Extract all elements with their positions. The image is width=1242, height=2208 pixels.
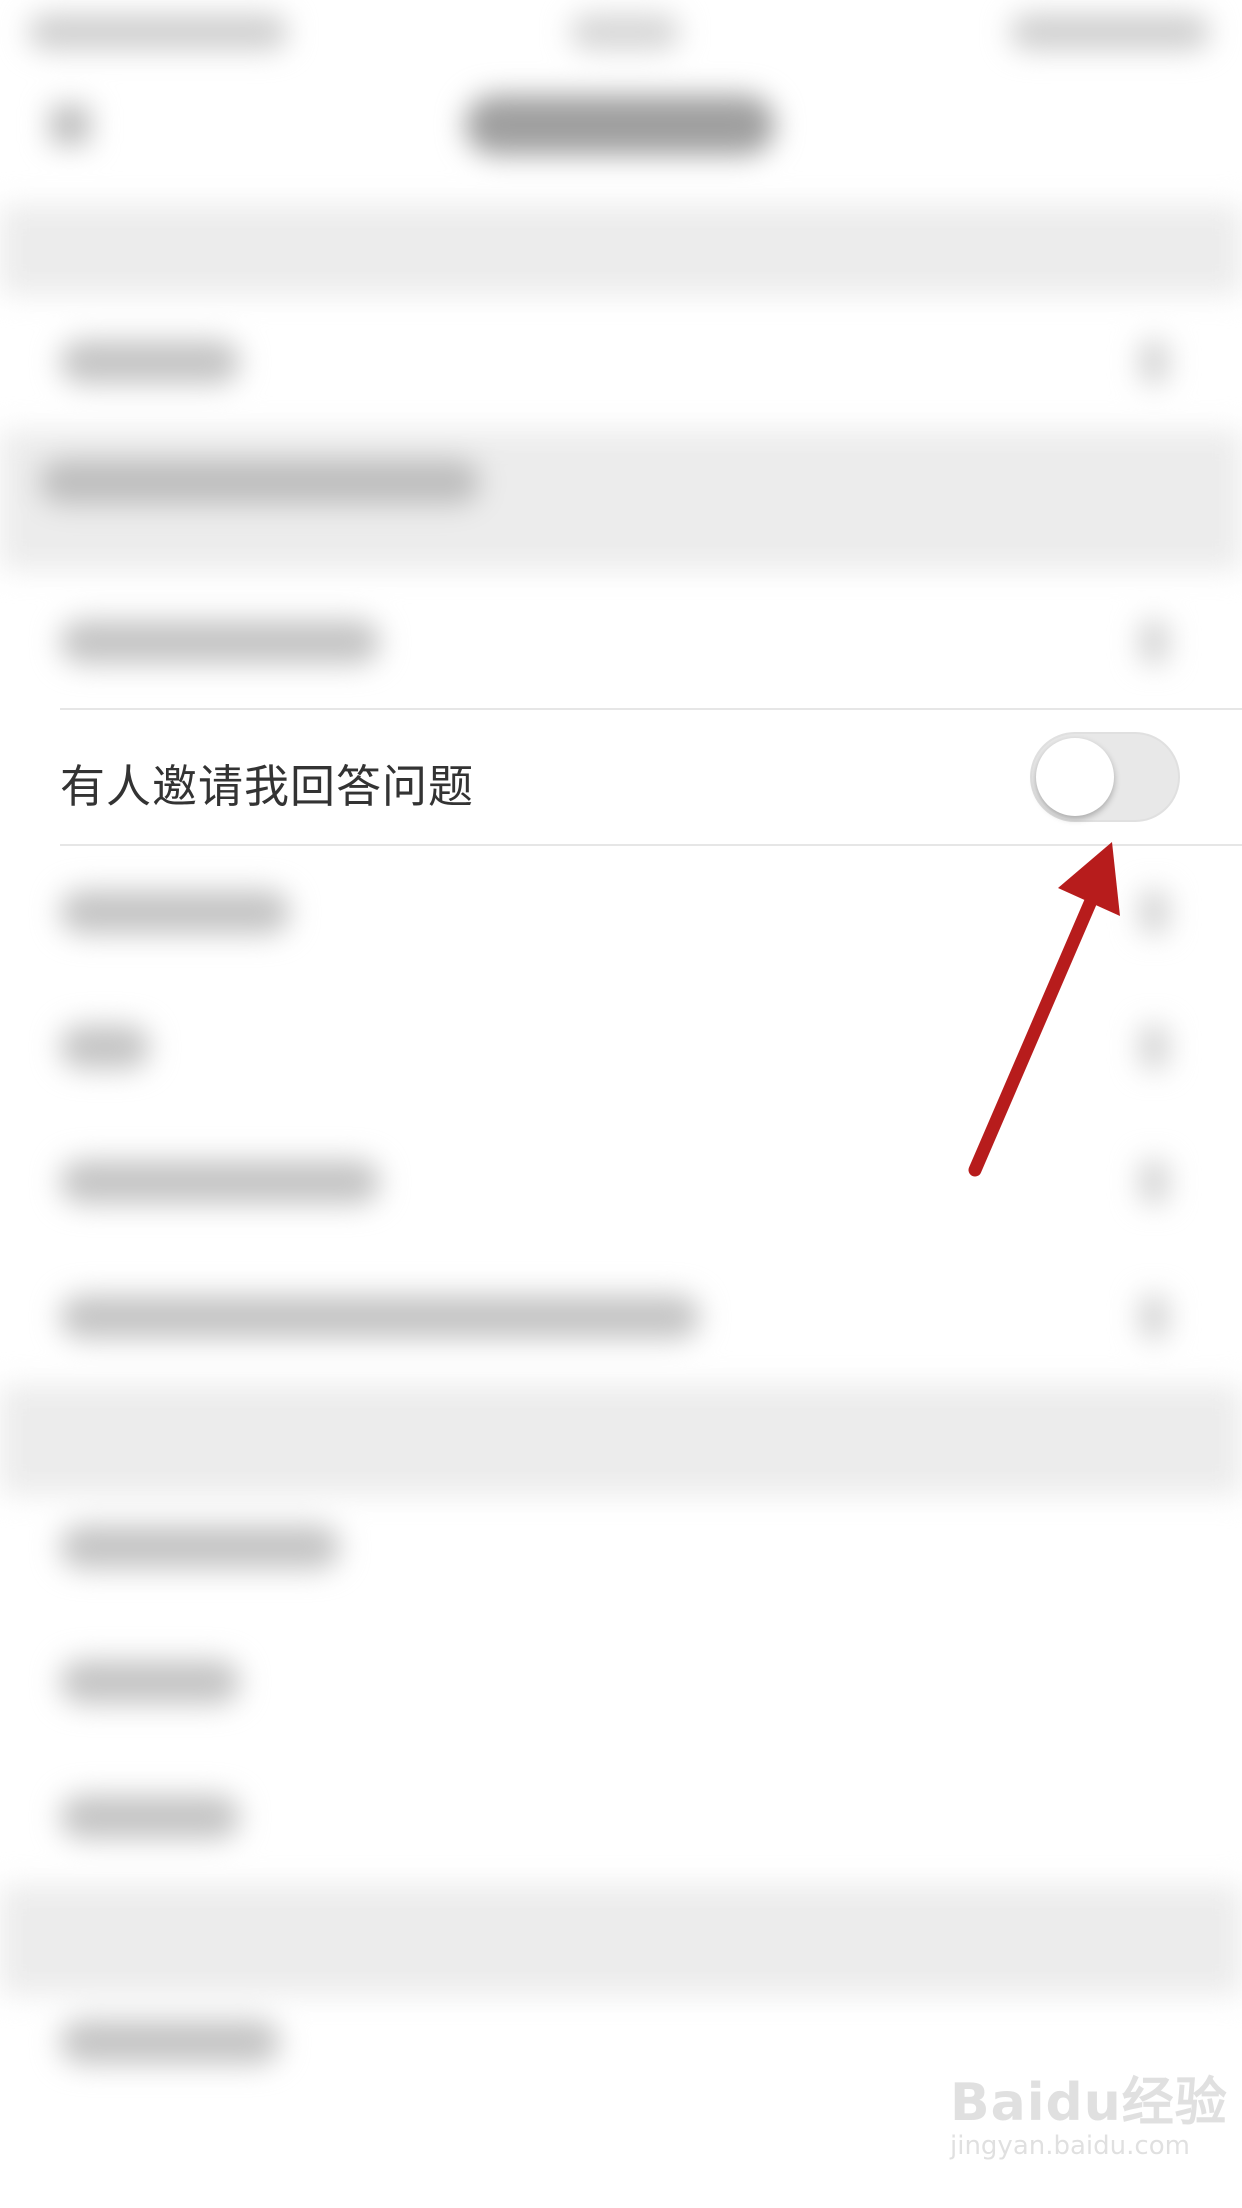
watermark-url: jingyan.baidu.com bbox=[950, 2131, 1190, 2161]
watermark-logo: Baidu经验 bbox=[950, 2073, 1228, 2133]
red-arrow-icon bbox=[968, 842, 1120, 1177]
baidu-watermark: Baidu经验 jingyan.baidu.com bbox=[950, 2060, 1228, 2161]
